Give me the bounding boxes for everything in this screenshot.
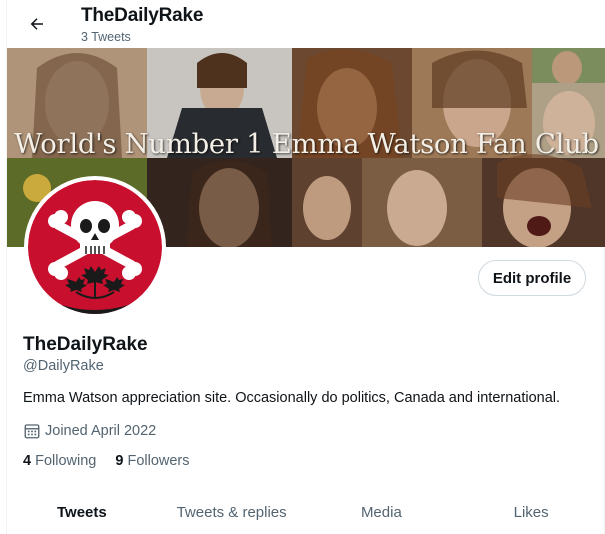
profile-handle: @DailyRake (23, 358, 104, 374)
profile-bio: Emma Watson appreciation site. Occasiona… (23, 390, 561, 406)
tab-media[interactable]: Media (307, 490, 457, 534)
profile-tabs: Tweets Tweets & replies Media Likes (7, 490, 605, 534)
followers-label: Followers (127, 453, 190, 469)
following-label: Following (35, 453, 97, 469)
follow-stats: 4 Following 9 Followers (23, 453, 209, 469)
tab-likes[interactable]: Likes (456, 490, 605, 534)
skull-crossbones-logo (28, 180, 162, 314)
joined-text: Joined April 2022 (45, 423, 157, 439)
profile-page: TheDailyRake 3 Tweets World's Number 1 E… (6, 0, 605, 534)
calendar-icon (24, 424, 40, 439)
edit-profile-button[interactable]: Edit profile (478, 260, 586, 296)
banner-caption: World's Number 1 Emma Watson Fan Club (14, 128, 599, 160)
profile-name: TheDailyRake (23, 334, 148, 355)
back-arrow-icon (30, 18, 43, 30)
following-count: 4 (23, 453, 32, 469)
back-button[interactable] (21, 8, 53, 40)
joined-date: Joined April 2022 (23, 422, 156, 440)
avatar[interactable] (24, 176, 166, 318)
followers-count: 9 (115, 453, 124, 469)
tab-tweets-replies[interactable]: Tweets & replies (157, 490, 307, 534)
tweet-count: 3 Tweets (81, 30, 131, 44)
followers-link[interactable]: 9 Followers (115, 453, 189, 469)
tab-tweets[interactable]: Tweets (7, 490, 157, 534)
header-title: TheDailyRake (81, 5, 204, 26)
profile-header: TheDailyRake 3 Tweets (7, 0, 605, 48)
following-link[interactable]: 4 Following (23, 453, 96, 469)
